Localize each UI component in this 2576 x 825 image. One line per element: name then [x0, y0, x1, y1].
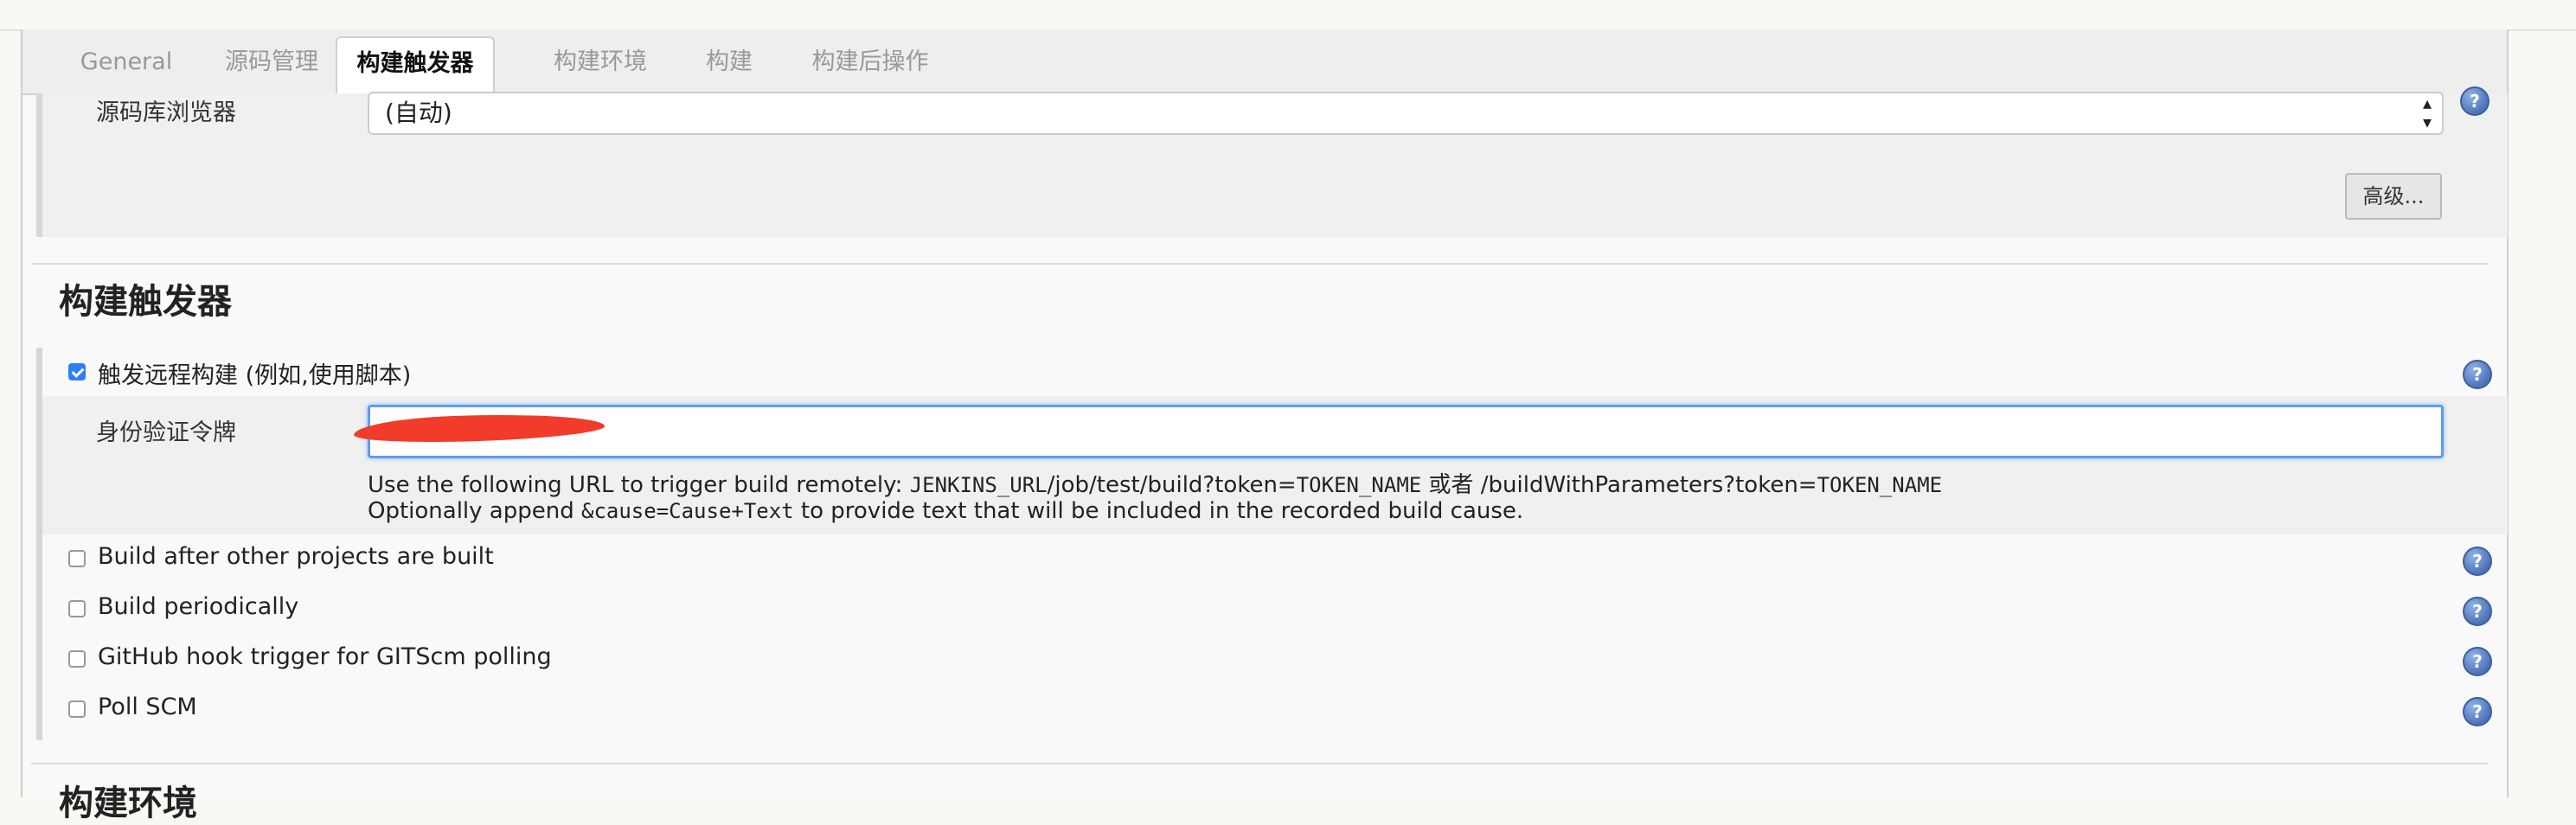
section-title-build-environment: 构建环境	[59, 783, 197, 823]
repo-browser-select[interactable]: (自动) ▴ ▾	[368, 92, 2444, 135]
tab-general[interactable]: General	[57, 36, 195, 93]
trigger-poll-scm-label[interactable]: Poll SCM	[98, 694, 197, 720]
trigger-periodically-label[interactable]: Build periodically	[98, 593, 298, 620]
help-icon[interactable]: ?	[2463, 547, 2492, 576]
auth-token-input[interactable]	[368, 405, 2444, 458]
section-divider	[31, 763, 2488, 764]
token-label: 身份验证令牌	[96, 419, 236, 446]
trigger-option-row: GitHub hook trigger for GITScm polling ?	[42, 635, 2508, 683]
tab-bar: General 源码管理 构建触发器 构建环境 构建 构建后操作	[22, 29, 2507, 95]
trigger-option-row: Poll SCM ?	[42, 685, 2508, 733]
help-icon[interactable]: ?	[2463, 597, 2492, 626]
tab-build-triggers[interactable]: 构建触发器	[336, 36, 495, 95]
repo-browser-value: (自动)	[385, 99, 452, 127]
scm-browser-block: 源码库浏览器 (自动) ▴ ▾ ? 高级...	[36, 86, 2508, 237]
token-block: 身份验证令牌 Use the following URL to trigger …	[42, 396, 2508, 534]
trigger-remote-row: 触发远程构建 (例如,使用脚本) ?	[42, 348, 2508, 396]
advanced-button[interactable]: 高级...	[2345, 173, 2442, 220]
config-panel: General 源码管理 构建触发器 构建环境 构建 构建后操作 源码库浏览器 …	[21, 29, 2509, 823]
trigger-after-other-label[interactable]: Build after other projects are built	[98, 543, 494, 570]
trigger-poll-scm-checkbox[interactable]	[68, 700, 86, 718]
tab-build[interactable]: 构建	[682, 36, 777, 93]
trigger-after-other-checkbox[interactable]	[68, 550, 86, 567]
section-divider	[31, 263, 2488, 265]
trigger-github-hook-checkbox[interactable]	[68, 650, 86, 668]
section-title-build-triggers: 构建触发器	[59, 282, 232, 322]
token-help-line-1: Use the following URL to trigger build r…	[368, 472, 1943, 498]
tab-build-environment[interactable]: 构建环境	[531, 36, 670, 93]
tab-scm[interactable]: 源码管理	[201, 36, 343, 93]
trigger-list: 触发远程构建 (例如,使用脚本) ? 身份验证令牌 Use the follow…	[36, 348, 2508, 740]
repo-browser-label: 源码库浏览器	[96, 99, 236, 126]
trigger-option-row: Build periodically ?	[42, 585, 2508, 633]
help-icon[interactable]: ?	[2460, 86, 2489, 116]
help-icon[interactable]: ?	[2463, 697, 2492, 726]
help-icon[interactable]: ?	[2463, 647, 2492, 676]
select-arrows-icon: ▴ ▾	[2422, 93, 2432, 132]
trigger-remote-label[interactable]: 触发远程构建 (例如,使用脚本)	[98, 356, 411, 390]
token-help-line-2: Optionally append &cause=Cause+Text to p…	[368, 498, 1524, 524]
help-icon[interactable]: ?	[2463, 360, 2492, 389]
top-strip	[0, 0, 2576, 31]
trigger-github-hook-label[interactable]: GitHub hook trigger for GITScm polling	[98, 643, 552, 670]
trigger-remote-checkbox[interactable]	[68, 363, 86, 381]
trigger-periodically-checkbox[interactable]	[68, 600, 86, 617]
content-area: 源码库浏览器 (自动) ▴ ▾ ? 高级... 构建触发器 触发远程构建 (例如,…	[22, 86, 2508, 823]
tab-post-build[interactable]: 构建后操作	[784, 36, 957, 93]
trigger-option-row: Build after other projects are built ?	[42, 534, 2508, 583]
